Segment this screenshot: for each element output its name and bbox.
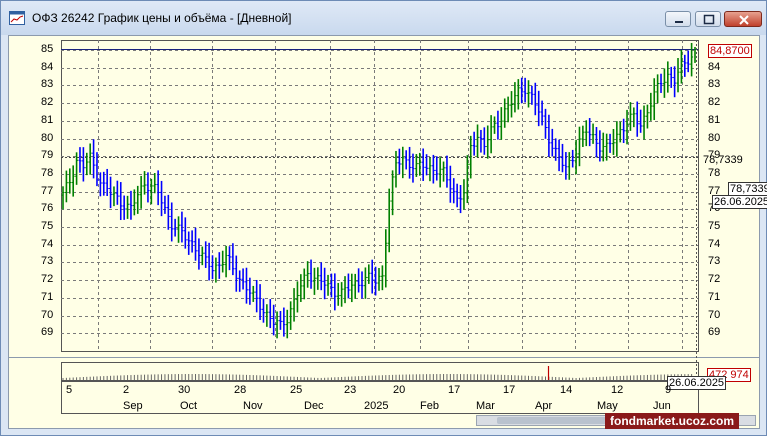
right-axis-label: 69	[708, 326, 721, 338]
cursor-date-tag: 26.06.2025	[712, 195, 767, 209]
date-axis-day-label: 23	[344, 384, 357, 396]
date-axis-day-label: 5	[66, 384, 73, 396]
price-axis-label: 71	[41, 291, 54, 303]
title-bar[interactable]: ОФЗ 26242 График цены и объёма - [Дневно…	[1, 1, 766, 35]
window-title: ОФЗ 26242 График цены и объёма - [Дневно…	[32, 11, 292, 25]
right-axis-label: 83	[708, 78, 721, 90]
date-axis-day-label: 2	[123, 384, 130, 396]
price-axis-label: 76	[41, 202, 54, 214]
date-axis-day-label: 17	[503, 384, 516, 396]
price-axis-label: 72	[41, 273, 54, 285]
price-axis-label: 77	[41, 185, 54, 197]
right-axis-label: 70	[708, 309, 721, 321]
minimize-icon	[675, 21, 683, 23]
price-axis-label: 78	[41, 167, 54, 179]
right-axis-label: 81	[708, 114, 721, 126]
price-axis-label: 70	[41, 309, 54, 321]
crosshair-price-label: 78,7339	[703, 154, 743, 166]
close-button[interactable]	[724, 11, 762, 27]
date-axis-month-label: 2025	[364, 400, 389, 412]
date-axis-month-label: May	[597, 400, 618, 412]
app-window: ОФЗ 26242 График цены и объёма - [Дневно…	[0, 0, 767, 436]
price-axis-label: 69	[41, 326, 54, 338]
price-axis-label: 75	[41, 220, 54, 232]
date-axis-month-label: Mar	[476, 400, 495, 412]
price-axis-label: 85	[41, 43, 54, 55]
right-axis-label: 75	[708, 220, 721, 232]
price-axis-label: 82	[41, 96, 54, 108]
date-axis-month-label: Jun	[653, 400, 671, 412]
right-axis-label: 84	[708, 61, 721, 73]
price-axis-label: 81	[41, 114, 54, 126]
date-axis-month-label: Nov	[243, 400, 263, 412]
right-axis-label: 78	[708, 167, 721, 179]
right-axis-label: 73	[708, 255, 721, 267]
price-axis-label: 83	[41, 78, 54, 90]
date-axis-month-label: Apr	[535, 400, 553, 412]
date-axis-month-label: Dec	[304, 400, 324, 412]
volume-date-tag: 26.06.2025	[667, 376, 727, 390]
date-axis-day-label: 28	[234, 384, 247, 396]
chart-window-icon	[9, 11, 25, 25]
minimize-button[interactable]	[665, 11, 691, 27]
right-axis-label: 72	[708, 273, 721, 285]
price-axis-label: 79	[41, 149, 54, 161]
date-axis-month-label: Sep	[123, 400, 143, 412]
date-axis-month-label: Feb	[420, 400, 439, 412]
price-axis-label: 73	[41, 255, 54, 267]
watermark: fondmarket.ucoz.com	[605, 413, 740, 429]
right-axis-label: 71	[708, 291, 721, 303]
date-axis-day-label: 9	[665, 384, 672, 396]
date-axis-day-label: 12	[611, 384, 624, 396]
date-axis-day-label: 14	[560, 384, 573, 396]
date-axis-day-label: 30	[178, 384, 191, 396]
cursor-price-tag: 78,7339	[728, 182, 767, 196]
price-axis-label: 80	[41, 132, 54, 144]
maximize-icon	[703, 14, 715, 25]
chart-client-area	[8, 35, 760, 429]
price-axis-label: 84	[41, 61, 54, 73]
close-icon	[739, 15, 749, 25]
right-axis-label: 80	[708, 132, 721, 144]
date-axis-day-label: 17	[448, 384, 461, 396]
date-axis-day-label: 20	[393, 384, 406, 396]
right-axis-label: 82	[708, 96, 721, 108]
maximize-button[interactable]	[695, 11, 721, 27]
right-axis-label: 74	[708, 238, 721, 250]
price-axis-label: 74	[41, 238, 54, 250]
date-axis-day-label: 25	[290, 384, 303, 396]
last-price-tag: 84,8700	[708, 44, 752, 58]
date-axis-month-label: Oct	[180, 400, 198, 412]
